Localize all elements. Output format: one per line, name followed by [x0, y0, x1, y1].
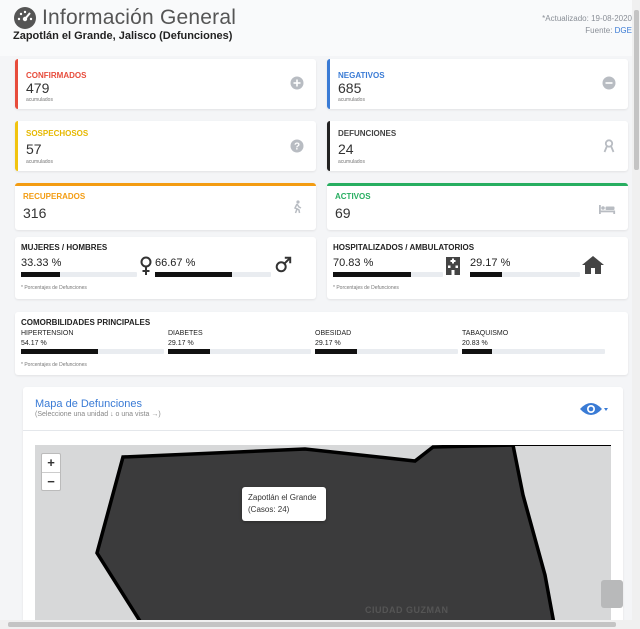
hospital-title: HOSPITALIZADOS / AMBULATORIOS: [333, 243, 475, 252]
source-label: Fuente:: [585, 26, 613, 35]
map-subtitle: (Seleccione una unidad ↓ o una vista →): [35, 411, 161, 418]
comorb-bar-tabaquismo: [462, 349, 605, 354]
male-icon: [275, 256, 292, 273]
recuperados-value: 316: [23, 205, 47, 221]
activos-label: ACTIVOS: [335, 192, 371, 201]
svg-text:?: ?: [294, 142, 300, 153]
page-title: Información General: [42, 6, 237, 29]
map-city-label: CIUDAD GUZMAN: [365, 605, 449, 615]
comorbidities-title: COMORBILIDADES PRINCIPALES: [21, 318, 151, 327]
defunciones-value: 24: [338, 141, 354, 157]
card-gender: MUJERES / HOMBRES 33.33 % 66.67 % * Porc…: [15, 237, 316, 299]
dashboard-gauge-icon: [14, 7, 36, 29]
hosp-bar-fill: [333, 272, 411, 277]
comorb-bar-diabetes: [168, 349, 311, 354]
page-header: Información General Zapotlán el Grande, …: [0, 0, 632, 56]
women-bar-fill: [21, 272, 60, 277]
horizontal-scrollbar-thumb[interactable]: [8, 622, 616, 627]
gender-note: * Porcentajes de Defunciones: [21, 285, 87, 291]
hospital-icon: [446, 257, 460, 275]
map-tooltip: Zapotlán el Grande (Casos: 24): [242, 487, 326, 521]
vertical-scrollbar-thumb[interactable]: [634, 10, 639, 170]
negativos-note: acumulados: [338, 97, 365, 103]
comorb-bar-fill-tabaquismo: [462, 349, 492, 354]
map-title: Mapa de Defunciones: [35, 398, 143, 410]
map-header-divider: [23, 430, 623, 431]
negativos-label: NEGATIVOS: [338, 71, 385, 80]
card-recuperados: RECUPERADOS 316: [15, 183, 316, 230]
card-defunciones: DEFUNCIONES 24 acumulados: [327, 121, 628, 171]
source-line: Fuente: DGE: [585, 26, 632, 35]
gender-title: MUJERES / HOMBRES: [21, 243, 108, 252]
map-region-zapotlan[interactable]: [35, 445, 611, 629]
confirmados-label: CONFIRMADOS: [26, 71, 87, 80]
zoom-out-button[interactable]: −: [42, 472, 60, 490]
zoom-control: + −: [41, 453, 61, 491]
activos-value: 69: [335, 205, 351, 221]
map-canvas[interactable]: + − Zapotlán el Grande (Casos: 24) CIUDA…: [35, 445, 611, 629]
sospechosos-label: SOSPECHOSOS: [26, 129, 89, 138]
comorb-bar-fill-obesidad: [315, 349, 357, 354]
confirmados-value: 479: [26, 80, 50, 96]
sospechosos-note: acumulados: [26, 159, 53, 165]
negativos-value: 685: [338, 80, 362, 96]
comorbidities-note: * Porcentajes de Defunciones: [21, 362, 87, 368]
ribbon-icon: [603, 139, 615, 153]
comorb-bar-hipertension: [21, 349, 164, 354]
card-hospital: HOSPITALIZADOS / AMBULATORIOS 70.83 % 29…: [327, 237, 628, 299]
comorb-label-hipertension: HIPERTENSION: [21, 330, 74, 337]
comorb-pct-tabaquismo: 20.83 %: [462, 340, 488, 347]
comorb-pct-diabetes: 29.17 %: [168, 340, 194, 347]
minus-circle-icon: [602, 76, 616, 90]
hosp-bar: [333, 272, 443, 277]
female-icon: [140, 256, 152, 275]
hospital-note: * Porcentajes de Defunciones: [333, 285, 399, 291]
map-panel: Mapa de Defunciones (Seleccione una unid…: [23, 387, 623, 629]
comorb-label-diabetes: DIABETES: [168, 330, 203, 337]
comorb-bar-fill-hipertension: [21, 349, 99, 354]
card-comorbidities: COMORBILIDADES PRINCIPALES HIPERTENSION …: [15, 312, 628, 375]
defunciones-note: acumulados: [338, 159, 365, 165]
tooltip-name: Zapotlán el Grande: [248, 493, 317, 502]
card-sospechosos: SOSPECHOSOS 57 acumulados ?: [15, 121, 316, 171]
walking-icon: [293, 200, 302, 214]
title-row: Información General: [13, 6, 236, 30]
sospechosos-value: 57: [26, 141, 42, 157]
question-circle-icon: ?: [290, 139, 304, 153]
updated-date: *Actualizado: 19-08-2020: [542, 14, 632, 23]
defunciones-label: DEFUNCIONES: [338, 129, 397, 138]
comorb-bar-obesidad: [315, 349, 458, 354]
comorb-label-obesidad: OBESIDAD: [315, 330, 352, 337]
card-confirmados: CONFIRMADOS 479 acumulados: [15, 59, 316, 109]
plus-circle-icon: [290, 76, 304, 90]
scroll-to-top-button[interactable]: [601, 580, 623, 608]
comorb-label-tabaquismo: TABAQUISMO: [462, 330, 509, 337]
men-bar-fill: [155, 272, 233, 277]
card-activos: ACTIVOS 69: [327, 183, 628, 230]
women-pct: 33.33 %: [21, 257, 62, 269]
page-subtitle: Zapotlán el Grande, Jalisco (Defunciones…: [13, 30, 233, 42]
amb-bar: [470, 272, 580, 277]
hosp-pct: 70.83 %: [333, 257, 374, 269]
tooltip-cases: (Casos: 24): [248, 505, 290, 514]
comorb-pct-obesidad: 29.17 %: [315, 340, 341, 347]
source-link[interactable]: DGE: [615, 26, 632, 35]
bed-icon: [599, 205, 616, 214]
recuperados-label: RECUPERADOS: [23, 192, 86, 201]
zoom-in-button[interactable]: +: [42, 454, 60, 472]
view-selector-eye-icon[interactable]: [579, 401, 609, 417]
men-bar: [155, 272, 271, 277]
comorb-pct-hipertension: 54.17 %: [21, 340, 47, 347]
amb-bar-fill: [470, 272, 503, 277]
comorb-bar-fill-diabetes: [168, 349, 210, 354]
home-icon: [582, 256, 604, 274]
women-bar: [21, 272, 137, 277]
men-pct: 66.67 %: [155, 257, 196, 269]
confirmados-note: acumulados: [26, 97, 53, 103]
card-negativos: NEGATIVOS 685 acumulados: [327, 59, 628, 109]
amb-pct: 29.17 %: [470, 257, 511, 269]
